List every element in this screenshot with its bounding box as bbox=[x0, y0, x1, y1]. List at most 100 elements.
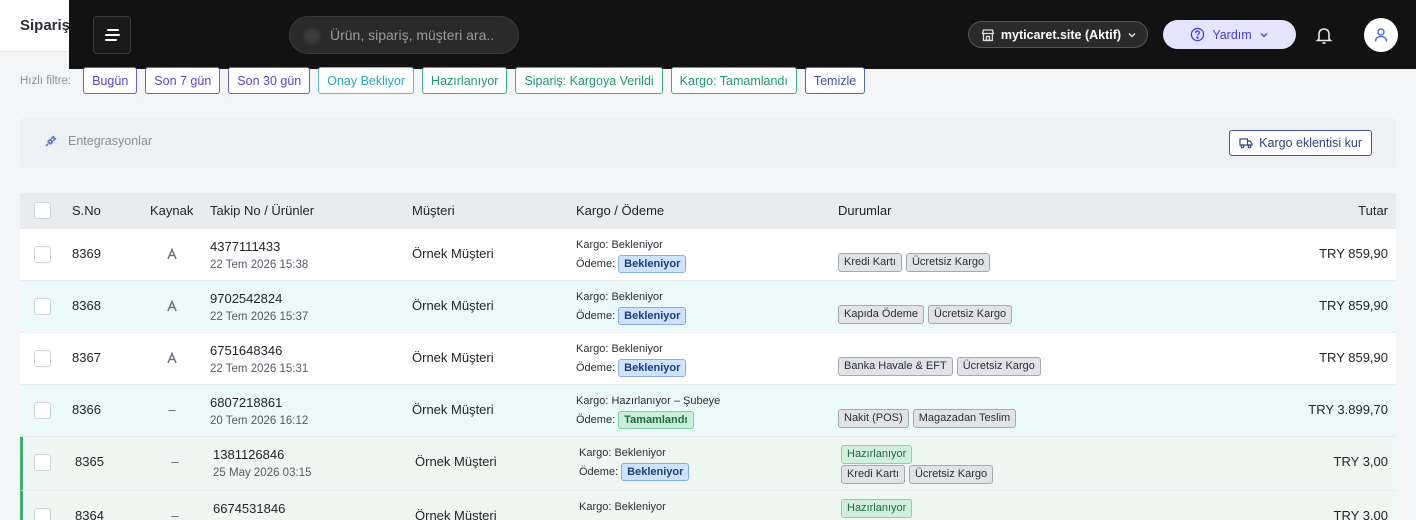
customer-name[interactable]: Örnek Müşteri bbox=[415, 508, 497, 520]
state-badge: Magazadan Teslim bbox=[912, 409, 1017, 428]
filter-preparing[interactable]: Hazırlanıyor bbox=[422, 67, 508, 94]
payment-badge: Bekleniyor bbox=[618, 255, 687, 273]
source-placeholder: – bbox=[171, 508, 179, 520]
notification-button[interactable] bbox=[1313, 24, 1335, 46]
tracking-number[interactable]: 4377111433 bbox=[210, 239, 280, 254]
state-badge: Ücretsiz Kargo bbox=[956, 357, 1041, 376]
header-source[interactable]: Kaynak bbox=[150, 203, 193, 218]
payment-label: Ödeme: bbox=[576, 310, 616, 322]
table-row[interactable]: 8368 9702542824 22 Tem 2026 15:37 Örnek … bbox=[20, 281, 1396, 333]
shipping-status: Kargo: Bekleniyor bbox=[576, 291, 663, 303]
install-cargo-plugin-button[interactable]: Kargo eklentisi kur bbox=[1229, 130, 1372, 156]
state-badge: Kredi Kartı bbox=[841, 465, 905, 484]
filter-delivered[interactable]: Kargo: Tamamlandı bbox=[670, 67, 797, 94]
filter-last-30-days[interactable]: Son 30 gün bbox=[228, 67, 311, 94]
shipping-status: Kargo: Bekleniyor bbox=[579, 447, 666, 459]
state-badge: Ücretsiz Kargo bbox=[908, 465, 994, 484]
help-label: Yardım bbox=[1212, 27, 1252, 42]
chevron-down-icon bbox=[1260, 32, 1268, 37]
state-badges-status: Hazırlanıyor bbox=[841, 445, 913, 464]
state-badge: Kredi Kartı bbox=[838, 253, 902, 272]
chevron-down-icon bbox=[1128, 32, 1136, 38]
order-date: 22 Tem 2026 15:37 bbox=[210, 311, 309, 323]
table-row[interactable]: 8365 – 1381126846 25 May 2026 03:15 Örne… bbox=[20, 437, 1396, 491]
header-sno[interactable]: S.No bbox=[72, 203, 101, 218]
state-badge: Ücretsiz Kargo bbox=[928, 305, 1013, 324]
table-row[interactable]: 8369 4377111433 22 Tem 2026 15:38 Örnek … bbox=[20, 229, 1396, 281]
user-icon bbox=[1374, 28, 1388, 42]
filter-last-7-days[interactable]: Son 7 gün bbox=[145, 67, 221, 94]
header-shipping[interactable]: Kargo / Ödeme bbox=[576, 203, 664, 218]
payment-status: Ödeme: Bekleniyor bbox=[579, 463, 690, 481]
payment-label: Ödeme: bbox=[576, 414, 616, 426]
integrations-link[interactable]: Entegrasyonlar bbox=[44, 134, 152, 148]
filter-awaiting-approval[interactable]: Onay Bekliyor bbox=[318, 67, 415, 94]
tracking-number[interactable]: 6807218861 bbox=[210, 395, 282, 410]
order-number: 8366 bbox=[72, 402, 101, 417]
store-selector[interactable]: myticaret.site (Aktif) bbox=[968, 21, 1148, 48]
customer-name[interactable]: Örnek Müşteri bbox=[415, 454, 497, 469]
row-checkbox[interactable] bbox=[34, 402, 51, 419]
search-input[interactable] bbox=[330, 17, 510, 53]
menu-icon bbox=[107, 29, 119, 31]
row-checkbox[interactable] bbox=[34, 246, 51, 263]
tracking-number[interactable]: 6674531846 bbox=[213, 501, 285, 516]
select-all-checkbox[interactable] bbox=[34, 202, 51, 219]
bell-icon bbox=[1315, 28, 1333, 44]
customer-name[interactable]: Örnek Müşteri bbox=[412, 298, 494, 313]
filter-today[interactable]: Bugün bbox=[83, 67, 138, 94]
order-total: TRY 3,00 bbox=[1333, 508, 1388, 520]
menu-button[interactable] bbox=[93, 16, 131, 54]
row-checkbox[interactable] bbox=[34, 454, 51, 471]
payment-label: Ödeme: bbox=[579, 466, 619, 478]
filter-shipped[interactable]: Sipariş: Kargoya Verildi bbox=[515, 67, 663, 94]
quick-filters: Hızlı filtre: Bugün Son 7 gün Son 30 gün… bbox=[20, 67, 866, 94]
table-row[interactable]: 8364 – 6674531846 Örnek Müşteri Kargo: B… bbox=[20, 491, 1396, 520]
payment-status: Ödeme: Tamamlandı bbox=[576, 411, 694, 429]
order-total: TRY 859,90 bbox=[1319, 298, 1388, 313]
row-checkbox[interactable] bbox=[34, 298, 51, 315]
order-number: 8365 bbox=[75, 454, 104, 469]
order-date: 22 Tem 2026 15:31 bbox=[210, 363, 309, 375]
tracking-number[interactable]: 6751648346 bbox=[210, 343, 282, 358]
order-date: 22 Tem 2026 15:38 bbox=[210, 259, 309, 271]
order-number: 8364 bbox=[75, 508, 104, 520]
plug-icon bbox=[45, 135, 57, 147]
order-number: 8368 bbox=[72, 298, 101, 313]
filter-clear[interactable]: Temizle bbox=[804, 67, 866, 94]
table-header: S.No Kaynak Takip No / Ürünler Müşteri K… bbox=[20, 193, 1396, 229]
user-avatar[interactable] bbox=[1364, 18, 1398, 52]
header-customer[interactable]: Müşteri bbox=[412, 203, 455, 218]
top-bar: myticaret.site (Aktif) Yardım bbox=[69, 0, 1416, 69]
truck-icon bbox=[1239, 138, 1253, 149]
order-total: TRY 3.899,70 bbox=[1308, 402, 1388, 417]
order-date: 25 May 2026 03:15 bbox=[213, 467, 312, 479]
source-placeholder: – bbox=[168, 402, 176, 417]
store-icon bbox=[981, 28, 995, 41]
customer-name[interactable]: Örnek Müşteri bbox=[412, 246, 494, 261]
payment-label: Ödeme: bbox=[576, 258, 616, 270]
table-row[interactable]: 8366 – 6807218861 20 Tem 2026 16:12 Örne… bbox=[20, 385, 1396, 437]
shipping-status: Kargo: Bekleniyor bbox=[579, 501, 666, 513]
source-icon bbox=[166, 350, 178, 364]
integrations-panel: Entegrasyonlar Kargo eklentisi kur bbox=[20, 118, 1396, 168]
shipping-status: Kargo: Hazırlanıyor – Şubeye bbox=[576, 395, 721, 407]
row-checkbox[interactable] bbox=[34, 508, 51, 520]
header-total[interactable]: Tutar bbox=[1358, 203, 1388, 218]
search-icon bbox=[304, 28, 320, 44]
integrations-label: Entegrasyonlar bbox=[68, 134, 153, 148]
tracking-number[interactable]: 1381126846 bbox=[213, 447, 284, 462]
shipping-status: Kargo: Bekleniyor bbox=[576, 239, 663, 251]
tracking-number[interactable]: 9702542824 bbox=[210, 291, 282, 306]
table-row[interactable]: 8367 6751648346 22 Tem 2026 15:31 Örnek … bbox=[20, 333, 1396, 385]
header-states[interactable]: Durumlar bbox=[838, 203, 891, 218]
customer-name[interactable]: Örnek Müşteri bbox=[412, 350, 494, 365]
payment-status: Ödeme: Bekleniyor bbox=[576, 307, 687, 325]
question-icon bbox=[1191, 27, 1205, 42]
row-checkbox[interactable] bbox=[34, 350, 51, 367]
header-tracking[interactable]: Takip No / Ürünler bbox=[210, 203, 314, 218]
customer-name[interactable]: Örnek Müşteri bbox=[412, 402, 494, 417]
payment-badge: Tamamlandı bbox=[618, 411, 694, 429]
order-total: TRY 859,90 bbox=[1319, 350, 1388, 365]
help-button[interactable]: Yardım bbox=[1163, 20, 1296, 49]
